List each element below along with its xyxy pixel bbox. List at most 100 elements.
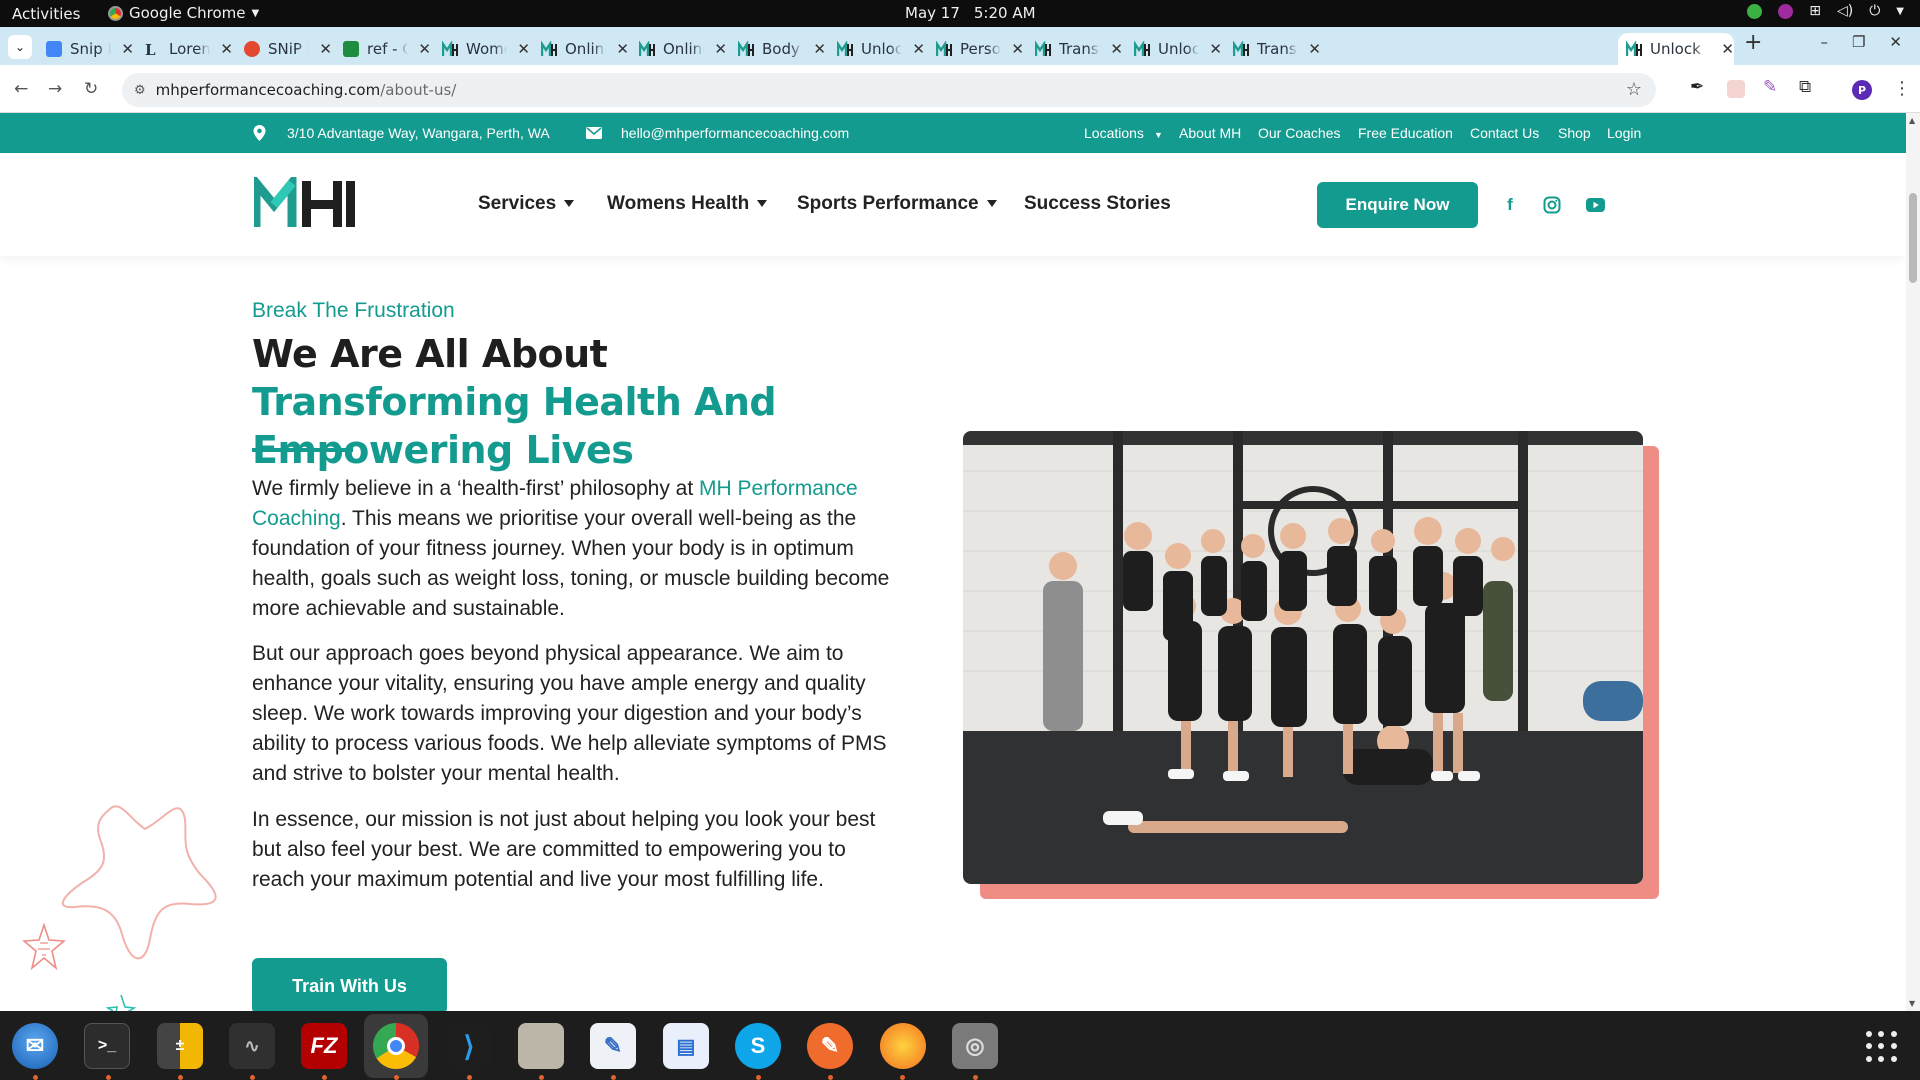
browser-tab[interactable]: Transfo ✕ xyxy=(1027,33,1123,65)
top-link-shop[interactable]: Shop xyxy=(1558,125,1591,141)
firefox-dev-icon[interactable] xyxy=(880,1023,926,1069)
back-arrow-icon[interactable]: ← xyxy=(14,79,28,99)
running-indicator xyxy=(973,1075,978,1080)
files-icon[interactable] xyxy=(518,1023,564,1069)
new-tab-button[interactable]: + xyxy=(1744,30,1762,55)
page-scrollbar[interactable]: ▲ ▼ xyxy=(1906,113,1920,1011)
browser-tab[interactable]: Person ✕ xyxy=(928,33,1024,65)
tab-close-icon[interactable]: ✕ xyxy=(1110,40,1123,58)
chrome-menu-icon[interactable]: ⋮ xyxy=(1893,78,1911,99)
menu-success-stories[interactable]: Success Stories xyxy=(1024,193,1171,215)
menu-womens-health[interactable]: Womens Health xyxy=(607,193,768,215)
eyedropper-icon[interactable]: ✒ xyxy=(1690,77,1708,97)
tab-close-icon[interactable]: ✕ xyxy=(1209,40,1222,58)
scroll-down-arrow-icon[interactable]: ▼ xyxy=(1909,999,1915,1008)
address-bar[interactable]: ⚙ mhperformancecoaching.com /about-us/ ☆ xyxy=(122,73,1656,107)
text-editor-icon[interactable]: ✎ xyxy=(590,1023,636,1069)
browser-tab[interactable]: L Lorem I ✕ xyxy=(137,33,233,65)
tab-search-button[interactable]: ⌄ xyxy=(8,35,32,59)
tab-close-icon[interactable]: ✕ xyxy=(813,40,826,58)
tab-close-icon[interactable]: ✕ xyxy=(1308,40,1321,58)
postman-icon[interactable]: ✎ xyxy=(807,1023,853,1069)
maximize-icon[interactable]: ❐ xyxy=(1852,33,1865,51)
scroll-up-arrow-icon[interactable]: ▲ xyxy=(1909,116,1915,125)
network-icon[interactable]: ⊞ xyxy=(1809,3,1821,19)
thunderbird-icon[interactable]: ✉ xyxy=(12,1023,58,1069)
browser-tab[interactable]: Unlock ✕ xyxy=(829,33,925,65)
browser-tab[interactable]: Transfo ✕ xyxy=(1225,33,1321,65)
tab-close-icon[interactable]: ✕ xyxy=(1721,40,1734,58)
minimize-icon[interactable]: – xyxy=(1820,33,1828,51)
close-icon[interactable]: ✕ xyxy=(1889,33,1902,51)
chrome-icon[interactable] xyxy=(373,1023,419,1069)
vscode-icon[interactable]: ⟩ xyxy=(446,1023,492,1069)
browser-tab[interactable]: Snip De ✕ xyxy=(38,33,134,65)
mh-icon xyxy=(737,40,754,57)
top-link-coaches[interactable]: Our Coaches xyxy=(1258,125,1340,141)
app-menu[interactable]: Google Chrome ▼ xyxy=(108,4,259,22)
intro-paragraph-1: We firmly believe in a ‘health-first’ ph… xyxy=(252,474,902,624)
browser-tab[interactable]: Unlock ✕ xyxy=(1126,33,1222,65)
color-picker-icon[interactable] xyxy=(1778,3,1794,19)
profile-avatar[interactable]: P xyxy=(1852,80,1872,100)
update-icon[interactable] xyxy=(1747,3,1763,19)
reload-icon[interactable]: ↻ xyxy=(84,79,98,99)
tab-close-icon[interactable]: ✕ xyxy=(319,40,332,58)
facebook-icon[interactable]: f xyxy=(1500,195,1520,215)
browser-tab[interactable]: ref - Go ✕ xyxy=(335,33,431,65)
browser-tab[interactable]: Online ✕ xyxy=(533,33,629,65)
scrollbar-thumb[interactable] xyxy=(1909,193,1917,283)
tab-label: Lorem I xyxy=(169,40,211,58)
instagram-icon[interactable] xyxy=(1543,196,1561,214)
mh-logo[interactable] xyxy=(254,177,378,231)
browser-tab[interactable]: Body Tr ✕ xyxy=(730,33,826,65)
power-icon[interactable]: ⏻ xyxy=(1869,3,1880,19)
tab-label: SNiP Nu xyxy=(268,40,309,58)
tab-close-icon[interactable]: ✕ xyxy=(1011,40,1024,58)
browser-tab[interactable]: SNiP Nu ✕ xyxy=(236,33,332,65)
top-link-contact[interactable]: Contact Us xyxy=(1470,125,1539,141)
calendar-extension-icon[interactable] xyxy=(1727,80,1745,98)
disk-icon[interactable]: ◎ xyxy=(952,1023,998,1069)
tab-close-icon[interactable]: ✕ xyxy=(517,40,530,58)
mh-icon xyxy=(1034,40,1051,57)
tab-close-icon[interactable]: ✕ xyxy=(121,40,134,58)
browser-tab[interactable]: Women ✕ xyxy=(434,33,530,65)
tab-close-icon[interactable]: ✕ xyxy=(714,40,727,58)
train-with-us-button[interactable]: Train With Us xyxy=(252,958,447,1011)
menu-services[interactable]: Services xyxy=(478,193,575,215)
site-info-icon[interactable]: ⚙ xyxy=(134,83,146,98)
para-text: We firmly believe in a ‘health-first’ ph… xyxy=(252,477,700,500)
extensions-puzzle-icon[interactable]: ⧉ xyxy=(1799,77,1817,97)
terminal-icon[interactable]: >_ xyxy=(84,1023,130,1069)
tab-close-icon[interactable]: ✕ xyxy=(616,40,629,58)
activities-button[interactable]: Activities xyxy=(12,5,80,23)
calculator-icon[interactable]: ± xyxy=(157,1023,203,1069)
pen-extension-icon[interactable]: ✎ xyxy=(1763,77,1781,97)
clock[interactable]: May 17 5:20 AM xyxy=(905,4,1036,22)
skype-icon[interactable]: S xyxy=(735,1023,781,1069)
writer-icon[interactable]: ▤ xyxy=(663,1023,709,1069)
youtube-icon[interactable] xyxy=(1586,198,1605,212)
tab-close-icon[interactable]: ✕ xyxy=(418,40,431,58)
top-link-free-education[interactable]: Free Education xyxy=(1358,125,1453,141)
tab-close-icon[interactable]: ✕ xyxy=(912,40,925,58)
system-tray[interactable]: ⊞ ◁) ⏻ ▼ xyxy=(1747,3,1904,19)
email-link[interactable]: hello@mhperformancecoaching.com xyxy=(621,125,849,141)
browser-tab[interactable]: Unlock ✕ xyxy=(1618,33,1734,65)
filezilla-icon[interactable]: FZ xyxy=(301,1023,347,1069)
enquire-now-button[interactable]: Enquire Now xyxy=(1317,182,1478,228)
top-link-locations[interactable]: Locations ▼ xyxy=(1084,125,1163,141)
menu-sports-performance[interactable]: Sports Performance xyxy=(797,193,997,215)
tab-close-icon[interactable]: ✕ xyxy=(220,40,233,58)
address-link[interactable]: 3/10 Advantage Way, Wangara, Perth, WA xyxy=(287,125,550,141)
show-apps-grid-icon[interactable] xyxy=(1866,1031,1898,1063)
bookmark-star-icon[interactable]: ☆ xyxy=(1626,79,1642,100)
top-link-login[interactable]: Login xyxy=(1607,125,1641,141)
system-monitor-icon[interactable]: ∿ xyxy=(229,1023,275,1069)
chevron-down-icon[interactable]: ▼ xyxy=(1896,6,1904,17)
browser-tab[interactable]: Online ✕ xyxy=(631,33,727,65)
forward-arrow-icon[interactable]: → xyxy=(48,79,62,99)
top-link-about[interactable]: About MH xyxy=(1179,125,1241,141)
volume-icon[interactable]: ◁) xyxy=(1837,3,1853,19)
